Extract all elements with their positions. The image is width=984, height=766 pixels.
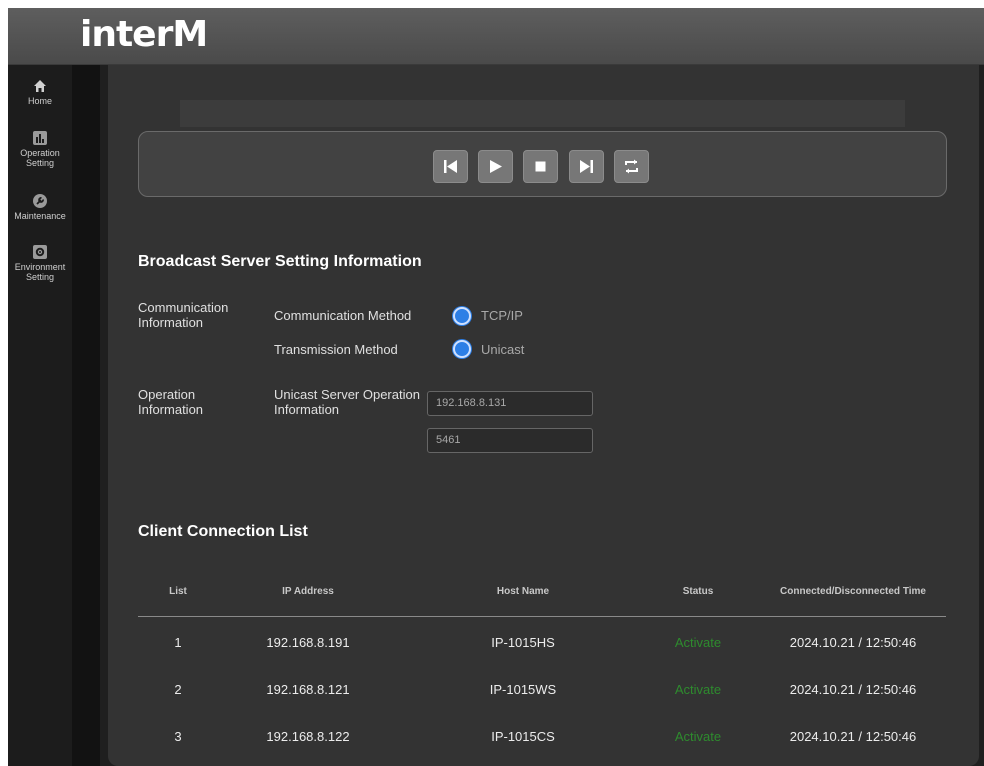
- wrench-icon: [33, 194, 47, 208]
- column-header-time: Connected/Disconnected Time: [780, 586, 926, 597]
- column-header-host: Host Name: [496, 586, 550, 597]
- chart-icon: [33, 131, 47, 145]
- app-frame: interM Home Operation Setting Maintenanc…: [8, 8, 984, 766]
- cell-list: 2: [174, 682, 182, 697]
- sidebar-item-label: Maintenance: [14, 211, 66, 221]
- skip-previous-icon: [444, 160, 457, 173]
- column-header-ip: IP Address: [282, 586, 334, 597]
- server-settings-title: Broadcast Server Setting Information: [138, 253, 422, 270]
- server-ip-input[interactable]: 192.168.8.131: [427, 391, 593, 416]
- communication-method-label: Communication Method: [274, 308, 412, 323]
- unicast-server-label: Unicast Server Operation Information: [274, 387, 420, 417]
- client-list-title: Client Connection List: [138, 523, 308, 540]
- transmission-method-label: Transmission Method: [274, 342, 398, 357]
- cell-list: 1: [174, 635, 182, 650]
- top-bar: interM: [8, 8, 984, 65]
- repeat-button[interactable]: [614, 150, 649, 183]
- playback-control-panel: [138, 131, 947, 197]
- sidebar: Home Operation Setting Maintenance Envir…: [8, 65, 72, 766]
- unicast-radio[interactable]: [453, 340, 471, 358]
- table-header-divider: [138, 616, 946, 617]
- sidebar-divider-strip: [72, 65, 100, 766]
- home-icon: [34, 80, 46, 92]
- next-button[interactable]: [569, 150, 604, 183]
- column-header-list: List: [169, 586, 187, 597]
- cell-list: 3: [174, 729, 182, 744]
- cell-ip: 192.168.8.121: [266, 682, 350, 697]
- cell-host: IP-1015WS: [489, 682, 557, 697]
- communication-method-value: TCP/IP: [481, 308, 523, 323]
- playback-progress-bar[interactable]: [180, 100, 905, 127]
- transmission-method-value: Unicast: [481, 342, 525, 357]
- cell-status: Activate: [674, 729, 722, 744]
- sidebar-item-label: Operation Setting: [20, 148, 60, 168]
- sidebar-item-environment-setting[interactable]: Environment Setting: [8, 245, 72, 282]
- sidebar-item-maintenance[interactable]: Maintenance: [8, 194, 72, 221]
- cell-time: 2024.10.21 / 12:50:46: [789, 682, 917, 697]
- cell-time: 2024.10.21 / 12:50:46: [789, 729, 917, 744]
- column-header-status: Status: [682, 586, 714, 597]
- cell-time: 2024.10.21 / 12:50:46: [789, 635, 917, 650]
- brand-logo: interM: [80, 14, 208, 55]
- sidebar-item-label: Environment Setting: [14, 262, 66, 282]
- cell-status: Activate: [674, 635, 722, 650]
- operation-info-label: Operation Information: [138, 387, 204, 417]
- cell-host: IP-1015HS: [491, 635, 555, 650]
- play-icon: [490, 160, 502, 173]
- repeat-icon: [625, 159, 638, 174]
- cell-ip: 192.168.8.191: [266, 635, 350, 650]
- gear-icon: [33, 245, 47, 259]
- tcpip-radio[interactable]: [453, 307, 471, 325]
- previous-button[interactable]: [433, 150, 468, 183]
- server-port-input[interactable]: 5461: [427, 428, 593, 453]
- sidebar-item-label: Home: [27, 96, 52, 106]
- stop-icon: [535, 161, 546, 172]
- skip-next-icon: [580, 160, 593, 173]
- communication-info-label: Communication Information: [138, 300, 229, 330]
- sidebar-item-operation-setting[interactable]: Operation Setting: [8, 131, 72, 168]
- cell-ip: 192.168.8.122: [266, 729, 350, 744]
- sidebar-item-home[interactable]: Home: [8, 79, 72, 106]
- cell-status: Activate: [674, 682, 722, 697]
- cell-host: IP-1015CS: [491, 729, 555, 744]
- main-panel: Broadcast Server Setting Information Com…: [108, 65, 979, 766]
- stop-button[interactable]: [523, 150, 558, 183]
- play-button[interactable]: [478, 150, 513, 183]
